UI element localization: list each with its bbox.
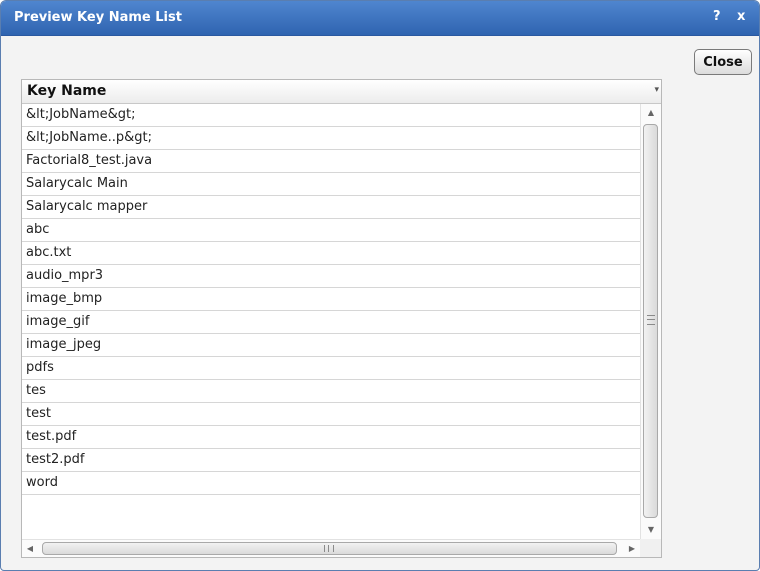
dialog-title: Preview Key Name List <box>14 10 182 25</box>
grid-header: Key Name ▾ <box>22 80 661 104</box>
table-row[interactable]: Factorial8_test.java <box>22 150 640 173</box>
table-row[interactable]: tes <box>22 380 640 403</box>
column-header-key-name[interactable]: Key Name <box>27 83 106 99</box>
grip-icon <box>324 545 334 552</box>
table-row[interactable]: abc <box>22 219 640 242</box>
sort-indicator-icon[interactable]: ▾ <box>654 85 659 95</box>
key-name-grid: Key Name ▾ &lt;JobName&gt; &lt;JobName..… <box>21 79 662 558</box>
grip-icon <box>647 315 655 325</box>
vertical-scrollbar[interactable]: ▲ ▼ <box>640 104 661 539</box>
table-row[interactable]: test2.pdf <box>22 449 640 472</box>
scroll-right-arrow-icon[interactable]: ▶ <box>624 540 640 558</box>
preview-key-name-dialog: Preview Key Name List ? x Close Key Name… <box>0 0 760 571</box>
table-row[interactable]: test.pdf <box>22 426 640 449</box>
table-row[interactable]: Salarycalc Main <box>22 173 640 196</box>
vertical-scroll-thumb[interactable] <box>643 124 658 518</box>
table-row[interactable]: audio_mpr3 <box>22 265 640 288</box>
help-icon[interactable]: ? <box>713 9 721 24</box>
table-row[interactable]: image_bmp <box>22 288 640 311</box>
table-row[interactable]: image_jpeg <box>22 334 640 357</box>
table-row[interactable]: pdfs <box>22 357 640 380</box>
close-button[interactable]: Close <box>694 49 752 75</box>
table-row[interactable]: abc.txt <box>22 242 640 265</box>
scrollbar-corner <box>640 539 661 557</box>
horizontal-scroll-thumb[interactable] <box>42 542 617 555</box>
table-row[interactable]: Salarycalc mapper <box>22 196 640 219</box>
scroll-up-arrow-icon[interactable]: ▲ <box>641 104 661 122</box>
table-row[interactable]: test <box>22 403 640 426</box>
dialog-titlebar[interactable]: Preview Key Name List ? x <box>1 1 759 36</box>
grid-rows: &lt;JobName&gt; &lt;JobName..p&gt; Facto… <box>22 104 640 495</box>
scroll-left-arrow-icon[interactable]: ◀ <box>22 540 38 558</box>
table-row[interactable]: word <box>22 472 640 495</box>
scroll-down-arrow-icon[interactable]: ▼ <box>641 521 661 539</box>
table-row[interactable]: &lt;JobName..p&gt; <box>22 127 640 150</box>
table-row[interactable]: &lt;JobName&gt; <box>22 104 640 127</box>
horizontal-scrollbar[interactable]: ◀ ▶ <box>22 539 640 557</box>
table-row[interactable]: image_gif <box>22 311 640 334</box>
close-icon[interactable]: x <box>737 9 745 24</box>
